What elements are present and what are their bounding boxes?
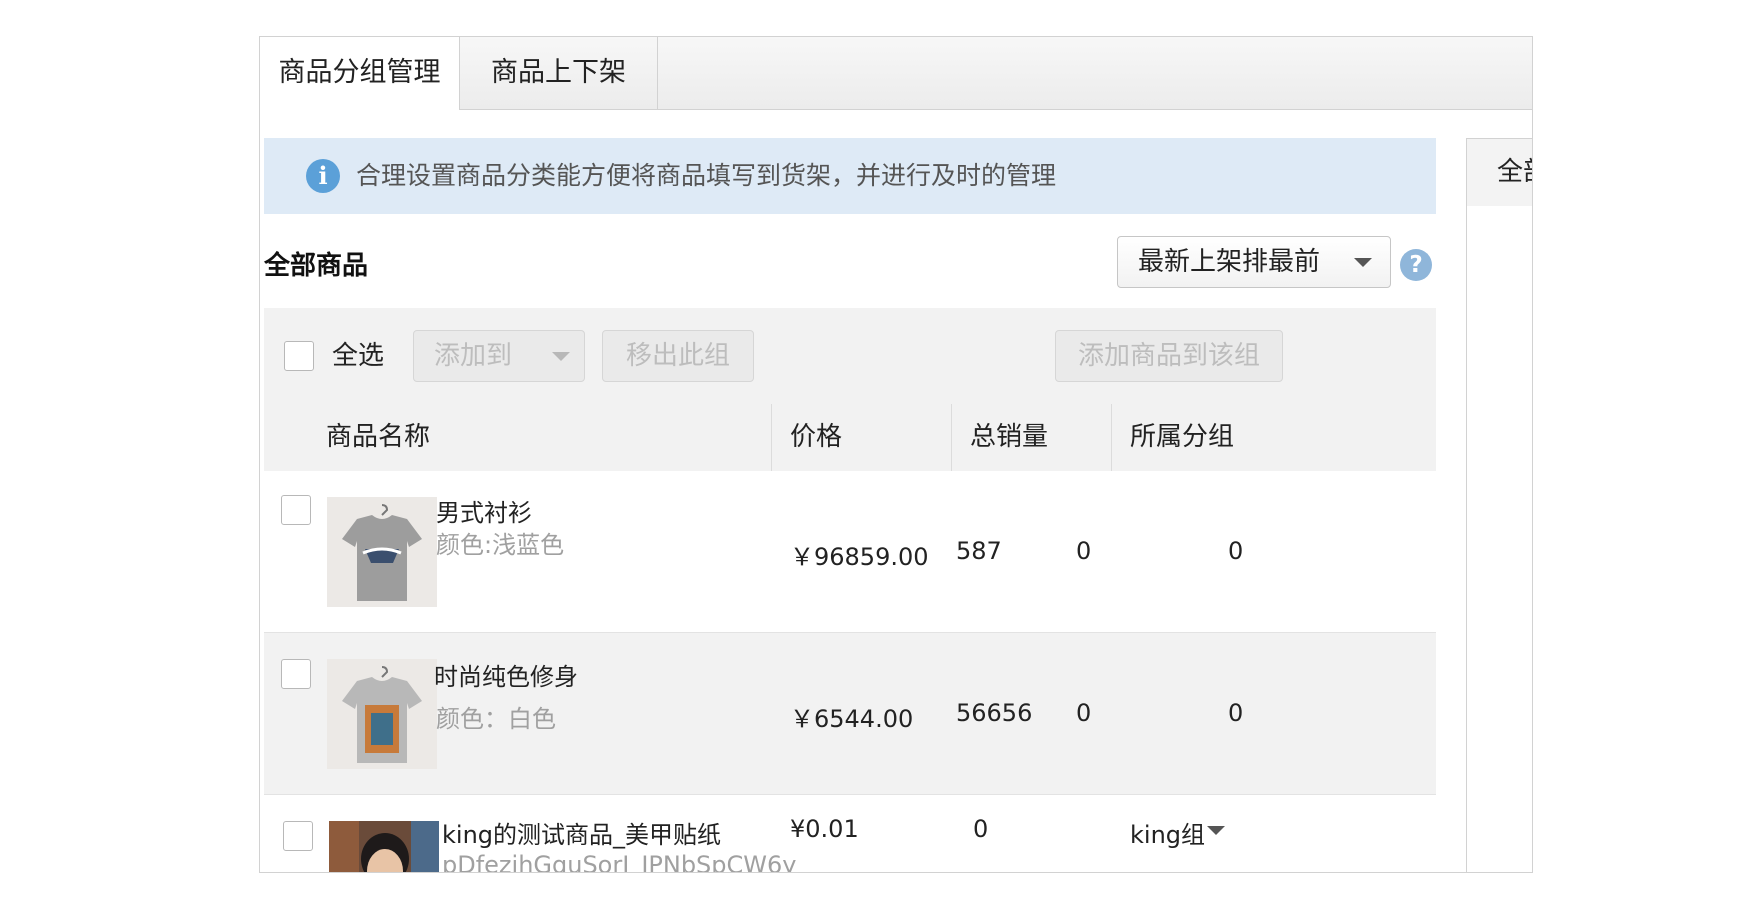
product-extra-value: 0 <box>1076 699 1092 727</box>
product-price: ￥96859.00 <box>790 543 929 571</box>
tshirt-image <box>327 497 437 607</box>
add-to-label: 添加到 <box>434 341 513 371</box>
remove-from-group-button[interactable]: 移出此组 <box>602 330 754 382</box>
section-title: 全部商品 <box>264 251 369 281</box>
product-name[interactable]: 时尚纯色修身 <box>434 657 578 692</box>
sort-selected-label: 最新上架排最前 <box>1138 247 1321 277</box>
product-group: 0 <box>1228 537 1244 565</box>
add-to-dropdown[interactable]: 添加到 <box>413 330 585 382</box>
table-row: 时尚纯色修身 颜色：白色 ￥6544.00 56656 0 0 <box>264 633 1436 795</box>
header-price: 价格 <box>771 404 951 471</box>
product-group-panel: 商品分组管理 商品上下架 i 合理设置商品分类能方便将商品填写到货架，并进行及时… <box>259 36 1533 873</box>
tip-text: 合理设置商品分类能方便将商品填写到货架，并进行及时的管理 <box>356 161 1057 190</box>
row-checkbox[interactable] <box>283 821 313 851</box>
product-attribute: 颜色:浅蓝色 <box>436 531 565 559</box>
person-photo <box>329 821 439 872</box>
add-products-to-group-button[interactable]: 添加商品到该组 <box>1055 330 1283 382</box>
product-price: ￥6544.00 <box>790 705 914 733</box>
header-total-sales: 总销量 <box>951 404 1111 471</box>
sort-dropdown[interactable]: 最新上架排最前 <box>1117 236 1391 288</box>
product-thumbnail[interactable] <box>327 659 437 769</box>
product-group: 0 <box>1228 699 1244 727</box>
product-thumbnail[interactable] <box>329 821 439 872</box>
product-price: ¥0.01 <box>790 815 859 843</box>
header-product-name: 商品名称 <box>326 422 431 452</box>
table-row: 男式衬衫 颜色:浅蓝色 ￥96859.00 587 0 0 <box>264 471 1436 633</box>
header-group: 所属分组 <box>1111 404 1436 471</box>
product-name[interactable]: king的测试商品_美甲贴纸 <box>442 815 721 850</box>
product-thumbnail[interactable] <box>327 497 437 607</box>
tshirt-image <box>327 659 437 769</box>
product-attribute: pDfezihGquSorI_JPNbSpCW6y <box>442 851 797 873</box>
chevron-down-icon <box>1354 258 1372 267</box>
row-checkbox[interactable] <box>281 495 311 525</box>
info-icon: i <box>306 159 340 193</box>
product-group: king组 <box>1130 821 1206 849</box>
right-group-panel: 全部 <box>1466 138 1532 872</box>
product-name[interactable]: 男式衬衫 <box>436 493 532 528</box>
row-checkbox[interactable] <box>281 659 311 689</box>
product-group-select[interactable]: king组 <box>1130 815 1205 850</box>
chevron-down-icon <box>552 352 570 361</box>
product-sales: 0 <box>973 815 989 843</box>
tab-bar: 商品分组管理 商品上下架 <box>260 37 1532 110</box>
right-tab-all[interactable]: 全部 <box>1467 139 1532 206</box>
product-sales: 587 <box>956 537 1002 565</box>
select-all-checkbox[interactable] <box>284 341 314 371</box>
tab-product-group-management[interactable]: 商品分组管理 <box>260 37 460 110</box>
table-header: 商品名称 价格 总销量 所属分组 <box>264 404 1436 472</box>
product-sales: 56656 <box>956 699 1033 727</box>
product-extra-value: 0 <box>1076 537 1092 565</box>
table-row: king的测试商品_美甲贴纸 pDfezihGquSorI_JPNbSpCW6y… <box>264 795 1436 873</box>
help-icon[interactable]: ? <box>1400 249 1432 281</box>
info-tip-banner: i 合理设置商品分类能方便将商品填写到货架，并进行及时的管理 <box>264 138 1436 214</box>
select-all-label: 全选 <box>332 341 385 371</box>
chevron-down-icon[interactable] <box>1207 826 1225 835</box>
bulk-action-toolbar: 全选 添加到 移出此组 添加商品到该组 <box>264 308 1436 406</box>
product-attribute: 颜色：白色 <box>436 705 556 733</box>
tab-product-listing[interactable]: 商品上下架 <box>460 37 658 109</box>
